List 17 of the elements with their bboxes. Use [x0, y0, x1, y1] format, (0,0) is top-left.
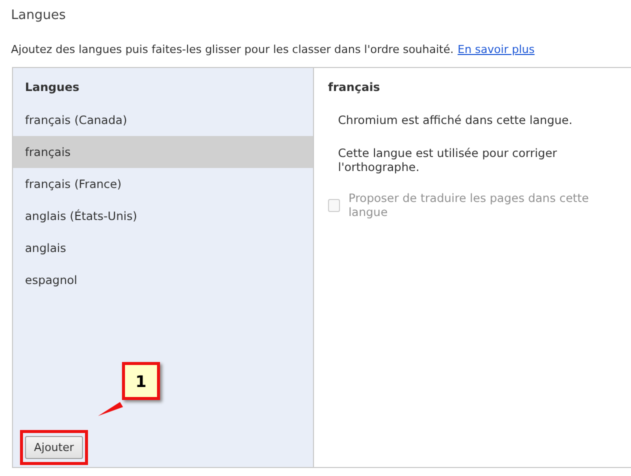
language-item[interactable]: anglais: [13, 232, 313, 264]
highlight-frame: [20, 430, 88, 465]
learn-more-link[interactable]: En savoir plus: [458, 43, 535, 56]
language-item[interactable]: français (Canada): [13, 104, 313, 136]
list-header: Langues: [24, 79, 80, 96]
description-text: Ajoutez des langues puis faites-les glisser pour les classer dans l'ordre souhaité.: [11, 43, 454, 56]
language-item[interactable]: français: [13, 136, 313, 168]
page-title: Langues: [11, 8, 66, 23]
language-title: français: [328, 80, 380, 94]
add-button[interactable]: Ajouter: [25, 436, 83, 459]
info-text: Cette langue est utilisée pour corriger l'orthographe.: [338, 146, 558, 174]
language-item[interactable]: anglais (États-Unis): [13, 200, 313, 232]
language-item[interactable]: espagnol: [13, 264, 313, 296]
info-text: Chromium est affiché dans cette langue.: [338, 113, 572, 127]
language-item[interactable]: français (France): [13, 168, 313, 200]
translate-label: Proposer de traduire les pages dans cette langue: [348, 191, 590, 219]
step-callout: 1: [122, 362, 160, 400]
